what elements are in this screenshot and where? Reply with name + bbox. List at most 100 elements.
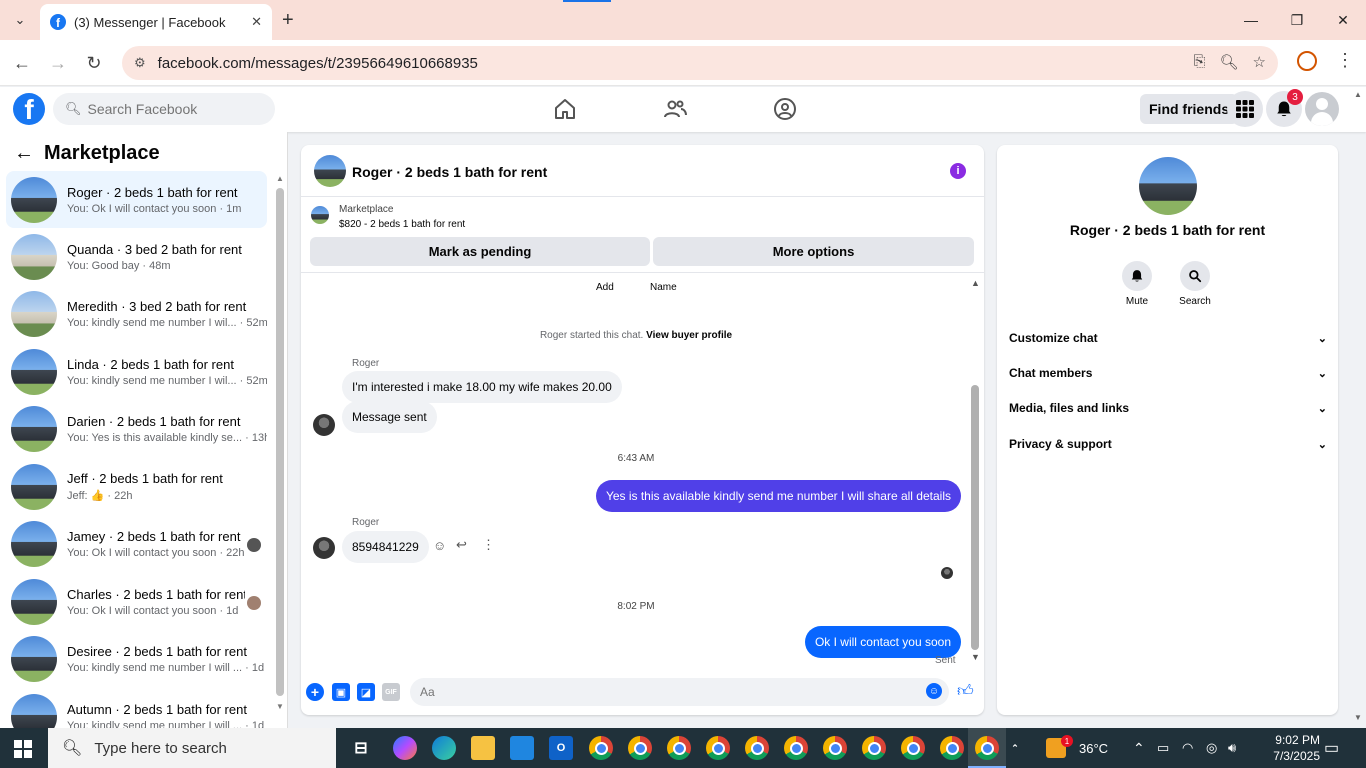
chrome-icon[interactable]: [706, 736, 730, 760]
chrome-icon[interactable]: [862, 736, 886, 760]
conversation-item[interactable]: Autumn · 2 beds 1 bath for rent You: kind…: [6, 688, 267, 728]
chat-scrollbar[interactable]: [971, 385, 979, 650]
chrome-icon[interactable]: [745, 736, 769, 760]
home-icon[interactable]: [553, 97, 577, 121]
name-label[interactable]: Name: [650, 282, 677, 293]
listing-price[interactable]: $820 - 2 beds 1 bath for rent: [339, 219, 465, 230]
restore-icon[interactable]: ❐: [1274, 0, 1320, 40]
chrome-icon[interactable]: [975, 736, 999, 760]
close-window-icon[interactable]: ✕: [1320, 0, 1366, 40]
conversation-item[interactable]: Quanda · 3 bed 2 bath for rent You: Good …: [6, 228, 267, 285]
chat-scroll-up-icon[interactable]: ▲: [971, 278, 980, 288]
tab-close-icon[interactable]: ✕: [251, 14, 262, 30]
friends-icon[interactable]: [663, 97, 687, 121]
taskbar-overflow-icon[interactable]: ⌃: [1006, 736, 1024, 760]
gif-icon[interactable]: GIF: [382, 683, 400, 701]
outlook-icon[interactable]: O: [549, 736, 573, 760]
more-actions-icon[interactable]: ⋮: [482, 537, 495, 553]
facebook-logo-icon[interactable]: f: [13, 93, 45, 125]
conversation-item[interactable]: Darien · 2 beds 1 bath for rent You: Yes …: [6, 400, 267, 457]
info-icon[interactable]: i: [950, 163, 966, 179]
install-app-icon[interactable]: ⎘: [1193, 53, 1205, 71]
sticker-icon[interactable]: ◪: [357, 683, 375, 701]
forward-icon[interactable]: →: [46, 51, 70, 75]
chat-title[interactable]: Roger · 2 beds 1 bath for rent: [352, 164, 547, 180]
outgoing-message[interactable]: Ok I will contact you soon: [804, 626, 961, 658]
mute-action[interactable]: Mute: [1107, 261, 1167, 307]
browser-profile-icon[interactable]: [1297, 51, 1317, 71]
message-input[interactable]: [420, 685, 900, 699]
back-arrow-icon[interactable]: ←: [14, 142, 34, 165]
omnibox[interactable]: ⚙ facebook.com/messages/t/23956649610668…: [122, 46, 1278, 80]
store-icon[interactable]: [510, 736, 534, 760]
bookmark-star-icon[interactable]: ☆: [1253, 53, 1266, 71]
conversation-item[interactable]: Jeff · 2 beds 1 bath for rent Jeff: 👍 · 2…: [6, 458, 267, 515]
view-buyer-profile-link[interactable]: View buyer profile: [646, 330, 732, 341]
volume-icon[interactable]: 🔊︎: [1228, 728, 1236, 768]
sender-avatar[interactable]: [313, 414, 335, 436]
message-input-box[interactable]: [410, 678, 949, 706]
account-avatar[interactable]: [1305, 92, 1339, 126]
chrome-icon[interactable]: [589, 736, 613, 760]
page-scroll-down-icon[interactable]: ▼: [1354, 713, 1362, 722]
show-hidden-icons-icon[interactable]: ⌃: [1133, 728, 1145, 768]
page-scroll-up-icon[interactable]: ▲: [1354, 90, 1362, 99]
chrome-icon[interactable]: [784, 736, 808, 760]
sidebar-scroll-up-icon[interactable]: ▲: [276, 174, 284, 183]
incoming-message[interactable]: Message sent: [342, 401, 437, 433]
windows-start-icon[interactable]: [14, 740, 32, 758]
file-explorer-icon[interactable]: [471, 736, 495, 760]
sender-avatar[interactable]: [313, 537, 335, 559]
reply-icon[interactable]: ↩: [456, 537, 467, 553]
chrome-icon[interactable]: [628, 736, 652, 760]
tab-search-dropdown-icon[interactable]: ⌄: [8, 8, 32, 32]
search-action[interactable]: Search: [1165, 261, 1225, 307]
mark-as-pending-button[interactable]: Mark as pending: [310, 237, 650, 266]
browser-menu-icon[interactable]: ⋮: [1336, 50, 1354, 71]
thumbs-up-icon[interactable]: 👍︎: [957, 682, 974, 701]
conversation-item[interactable]: Charles · 2 beds 1 bath for rent You: Ok …: [6, 573, 267, 630]
site-info-icon[interactable]: ⚙: [134, 55, 146, 71]
sidebar-scrollbar[interactable]: [276, 188, 284, 696]
outgoing-message[interactable]: Yes is this available kindly send me num…: [595, 480, 961, 512]
battery-icon[interactable]: ▭: [1157, 728, 1169, 768]
media-files-links-row[interactable]: Media, files and links ⌄: [1009, 401, 1327, 415]
contact-avatar[interactable]: [1139, 157, 1197, 215]
camera-icon[interactable]: ◎: [1206, 728, 1217, 768]
chat-avatar[interactable]: [314, 155, 346, 187]
groups-icon[interactable]: [773, 97, 797, 121]
add-label[interactable]: Add: [596, 282, 614, 293]
plus-icon[interactable]: +: [306, 683, 324, 701]
find-friends-button[interactable]: Find friends: [1140, 94, 1239, 124]
chrome-icon[interactable]: [823, 736, 847, 760]
incoming-message[interactable]: 8594841229: [342, 531, 429, 563]
emoji-icon[interactable]: ☺: [926, 683, 942, 699]
sidebar-scroll-down-icon[interactable]: ▼: [276, 702, 284, 711]
task-view-icon[interactable]: ⊟: [349, 736, 373, 760]
chat-scroll-down-icon[interactable]: ▼: [971, 652, 980, 662]
image-icon[interactable]: ▣: [332, 683, 350, 701]
more-options-button[interactable]: More options: [653, 237, 974, 266]
customize-chat-row[interactable]: Customize chat ⌄: [1009, 331, 1327, 345]
copilot-icon[interactable]: [393, 736, 417, 760]
notification-center-icon[interactable]: ▭: [1324, 728, 1339, 768]
react-emoji-icon[interactable]: ☺: [433, 538, 446, 553]
conversation-item[interactable]: Meredith · 3 bed 2 bath for rent You: kin…: [6, 285, 267, 342]
menu-grid-button[interactable]: [1227, 91, 1263, 127]
edge-icon[interactable]: [432, 736, 456, 760]
facebook-search[interactable]: 🔍︎: [53, 93, 275, 125]
back-icon[interactable]: ←: [10, 51, 34, 75]
wifi-icon[interactable]: ◠: [1182, 728, 1193, 768]
browser-tab[interactable]: f (3) Messenger | Facebook ✕: [40, 4, 272, 40]
reload-icon[interactable]: ↻: [82, 51, 106, 75]
new-tab-icon[interactable]: +: [282, 8, 294, 32]
chrome-icon[interactable]: [901, 736, 925, 760]
temperature[interactable]: 36°C: [1079, 728, 1108, 768]
taskbar-clock[interactable]: 9:02 PM 7/3/2025: [1256, 732, 1320, 764]
conversation-item[interactable]: Linda · 2 beds 1 bath for rent You: kindl…: [6, 343, 267, 400]
zoom-icon[interactable]: 🔍︎: [1220, 53, 1239, 71]
chat-members-row[interactable]: Chat members ⌄: [1009, 366, 1327, 380]
conversation-item[interactable]: Desiree · 2 beds 1 bath for rent You: kin…: [6, 630, 267, 687]
chrome-icon[interactable]: [667, 736, 691, 760]
taskbar-search[interactable]: 🔍︎ Type here to search: [48, 728, 336, 768]
